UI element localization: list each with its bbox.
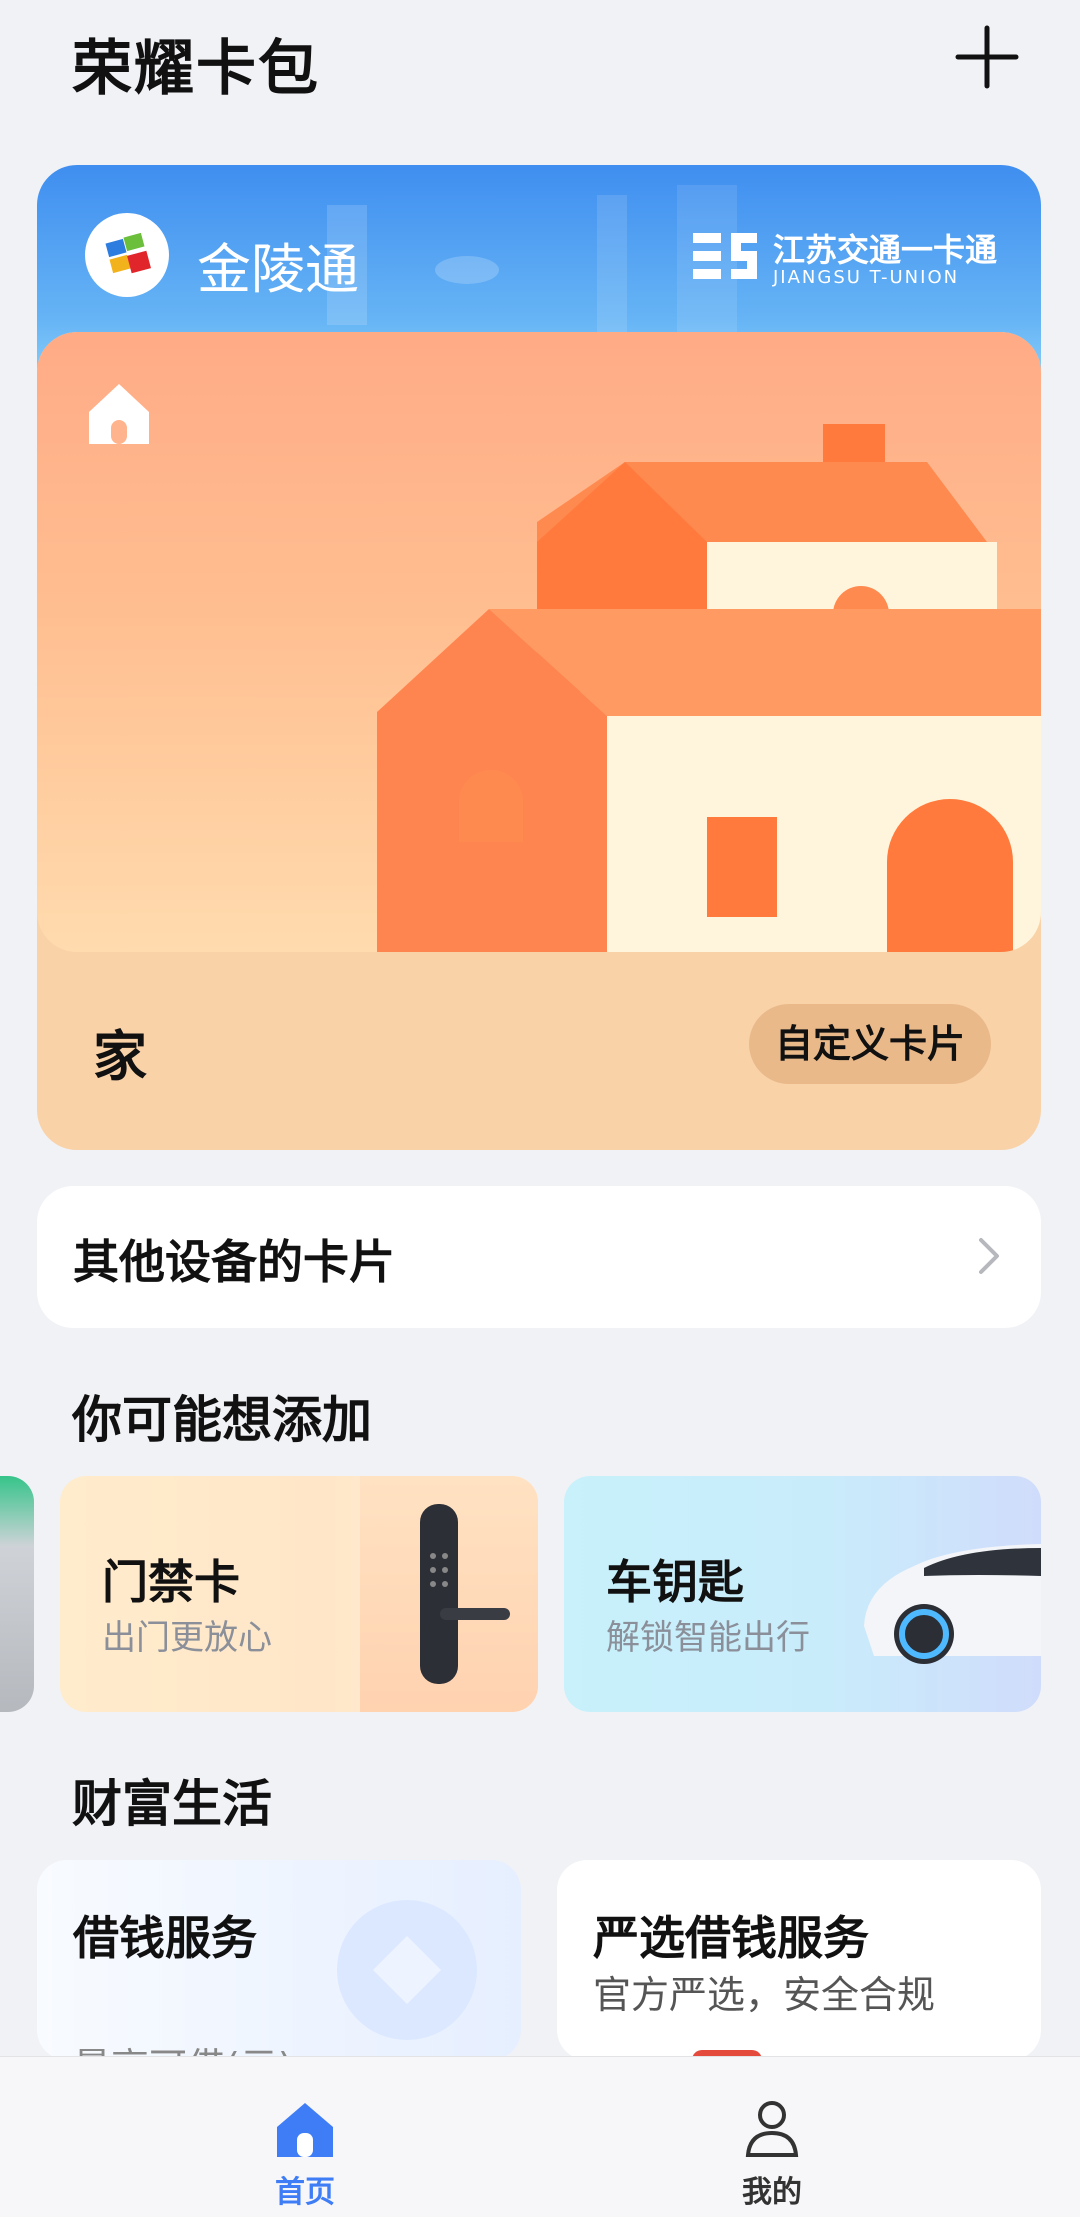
coin-decoration bbox=[337, 1900, 477, 2040]
suggestion-card-title: 门禁卡 bbox=[102, 1555, 240, 1609]
home-card-label: 家 bbox=[93, 1025, 147, 1088]
nav-tab-mine[interactable]: 我的 bbox=[672, 2057, 872, 2217]
wealth-title: 财富生活 bbox=[72, 1775, 272, 1833]
loan-service-card[interactable]: 借钱服务 最高可借(元) bbox=[37, 1860, 521, 2060]
suggestion-card-subtitle: 出门更放心 bbox=[102, 1618, 272, 1658]
other-devices-label: 其他设备的卡片 bbox=[73, 1235, 395, 1289]
person-icon bbox=[745, 2101, 799, 2157]
jinlingtong-logo bbox=[85, 213, 169, 297]
add-card-button[interactable] bbox=[952, 22, 1022, 92]
other-devices-row[interactable]: 其他设备的卡片 bbox=[37, 1186, 1041, 1328]
bottom-nav: 首页 我的 bbox=[0, 2056, 1080, 2217]
curated-loan-subtitle: 官方严选，安全合规 bbox=[593, 1973, 936, 2017]
plus-icon bbox=[955, 25, 1019, 89]
home-card[interactable]: 家 自定义卡片 bbox=[37, 332, 1041, 1150]
home-icon bbox=[277, 2103, 333, 2157]
page-title: 荣耀卡包 bbox=[72, 34, 320, 104]
home-icon bbox=[89, 384, 149, 444]
suggestion-card-peek[interactable] bbox=[0, 1476, 34, 1712]
suggestions-title: 你可能想添加 bbox=[72, 1391, 372, 1449]
door-lock-icon bbox=[420, 1504, 510, 1684]
nav-tab-home[interactable]: 首页 bbox=[205, 2057, 405, 2217]
suggestion-card-car-key[interactable]: 车钥匙 解锁智能出行 bbox=[564, 1476, 1041, 1712]
curated-loan-title: 严选借钱服务 bbox=[593, 1911, 869, 1965]
nav-label-mine: 我的 bbox=[742, 2175, 802, 2210]
t-union-logo: 江苏交通一卡通 JIANGSU T-UNION bbox=[691, 225, 997, 295]
home-card-illustration bbox=[37, 332, 1041, 952]
car-icon bbox=[864, 1544, 1041, 1664]
suggestion-card-subtitle: 解锁智能出行 bbox=[606, 1618, 810, 1658]
nav-label-home: 首页 bbox=[275, 2175, 335, 2210]
customize-card-button[interactable]: 自定义卡片 bbox=[748, 1004, 991, 1084]
loan-service-title: 借钱服务 bbox=[73, 1911, 257, 1965]
curated-loan-card[interactable]: 严选借钱服务 官方严选，安全合规 bbox=[557, 1860, 1041, 2060]
issuer-name: 江苏交通一卡通 bbox=[773, 231, 998, 269]
transit-card-name: 金陵通 bbox=[197, 238, 359, 301]
suggestion-card-title: 车钥匙 bbox=[606, 1555, 744, 1609]
suggestion-card-access[interactable]: 门禁卡 出门更放心 bbox=[60, 1476, 538, 1712]
issuer-name-en: JIANGSU T-UNION bbox=[773, 267, 960, 288]
header: 荣耀卡包 bbox=[0, 0, 1080, 120]
chevron-right-icon bbox=[979, 1238, 999, 1274]
